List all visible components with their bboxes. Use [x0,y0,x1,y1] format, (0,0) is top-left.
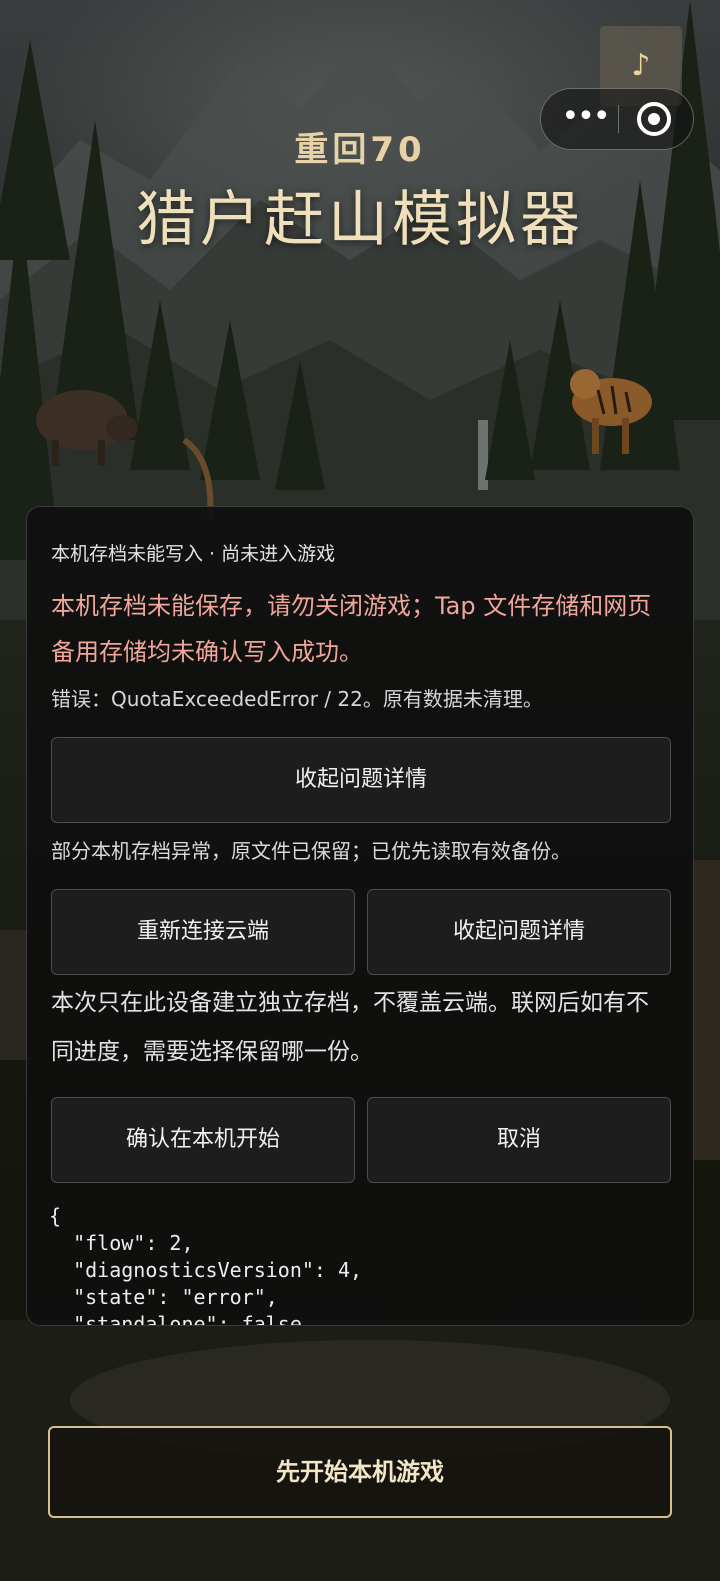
game-title: 猎户赶山模拟器 [136,185,584,255]
music-note-icon: ♪ [631,48,651,83]
game-subtitle: 重回70 [294,130,426,170]
confirm-local-start-button[interactable]: 确认在本机开始 [51,1097,355,1183]
standalone-save-note: 本次只在此设备建立独立存档，不覆盖云端。联网后如有不同进度，需要选择保留哪一份。 [51,990,649,1065]
backup-notice-text: 部分本机存档异常，原文件已保留；已优先读取有效备份。 [51,839,571,863]
diagnostics-json: { "flow": 2, "diagnosticsVersion": 4, "s… [49,1204,363,1326]
game-start-screen: ♪ ••• 重回70 猎户赶山模拟器 本机存档未能写入 · 尚未进入游戏 本机存… [0,0,720,1581]
cancel-button[interactable]: 取消 [367,1097,671,1183]
reconnect-cloud-button[interactable]: 重新连接云端 [51,889,355,975]
collapse-details-button[interactable]: 收起问题详情 [51,737,671,823]
save-status-text: 本机存档未能写入 · 尚未进入游戏 [51,543,336,565]
collapse-details-button-secondary[interactable]: 收起问题详情 [367,889,671,975]
start-local-game-button[interactable]: 先开始本机游戏 [48,1426,672,1518]
save-error-dialog: 本机存档未能写入 · 尚未进入游戏 本机存档未能保存，请勿关闭游戏；Tap 文件… [26,506,694,1326]
error-detail-text: 错误：QuotaExceededError / 22。原有数据未清理。 [51,687,543,711]
save-warning-text: 本机存档未能保存，请勿关闭游戏；Tap 文件存储和网页备用存储均未确认写入成功。 [51,592,652,666]
